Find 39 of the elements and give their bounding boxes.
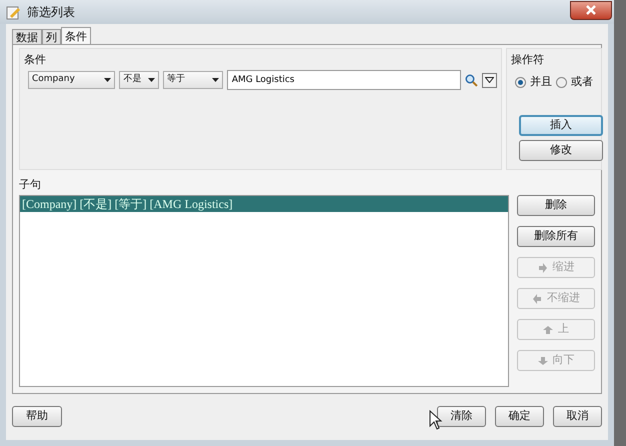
group-label: 子句 [19, 178, 42, 191]
group-label: 操作符 [511, 53, 545, 66]
tab[interactable]: 列 [42, 29, 61, 44]
arrow-icon [543, 324, 553, 334]
radio-label: 或者 [571, 74, 593, 90]
value-field[interactable]: AMG Logistics [226, 70, 462, 90]
tab[interactable]: 数据 [12, 29, 42, 44]
dropdown[interactable]: 等于 [163, 71, 223, 89]
caret-icon [104, 78, 112, 82]
dropdown[interactable]: Company [28, 71, 116, 89]
arrow-icon [538, 262, 548, 272]
arrow-icon [532, 294, 542, 304]
arrow-icon [538, 356, 548, 366]
app-icon [6, 4, 21, 20]
clause-list[interactable]: [Company] [不是] [等于] [AMG Logistics] [19, 195, 509, 387]
close-icon [585, 5, 597, 15]
close-button[interactable] [570, 0, 612, 20]
list-row[interactable]: [Company] [不是] [等于] [AMG Logistics] [20, 196, 508, 212]
cursor-icon [429, 410, 443, 430]
radio-label: 并且 [530, 74, 552, 90]
dialog-button[interactable]: 确定 [495, 406, 544, 426]
dialog-button[interactable]: 取消 [553, 406, 602, 426]
dialog-button[interactable]: 清除 [437, 406, 486, 426]
group-label: 条件 [24, 53, 47, 66]
window-title: 筛选列表 [27, 4, 76, 21]
caret-icon [148, 78, 156, 82]
caret-icon [212, 78, 219, 82]
modify-button[interactable]: 修改 [519, 140, 603, 161]
caret-icon [485, 77, 494, 83]
insert-button[interactable]: 插入 [519, 115, 603, 136]
radio-button[interactable] [556, 76, 567, 88]
search-icon[interactable] [465, 74, 478, 86]
tab[interactable]: 条件 [61, 27, 91, 44]
side-button[interactable]: 删除所有 [517, 226, 595, 247]
help-button[interactable]: 帮助 [12, 406, 62, 426]
radio-button[interactable] [515, 76, 526, 88]
side-button[interactable]: 删除 [517, 195, 595, 216]
dropdown-button[interactable] [482, 72, 497, 88]
dropdown[interactable]: 不是 [119, 71, 160, 89]
